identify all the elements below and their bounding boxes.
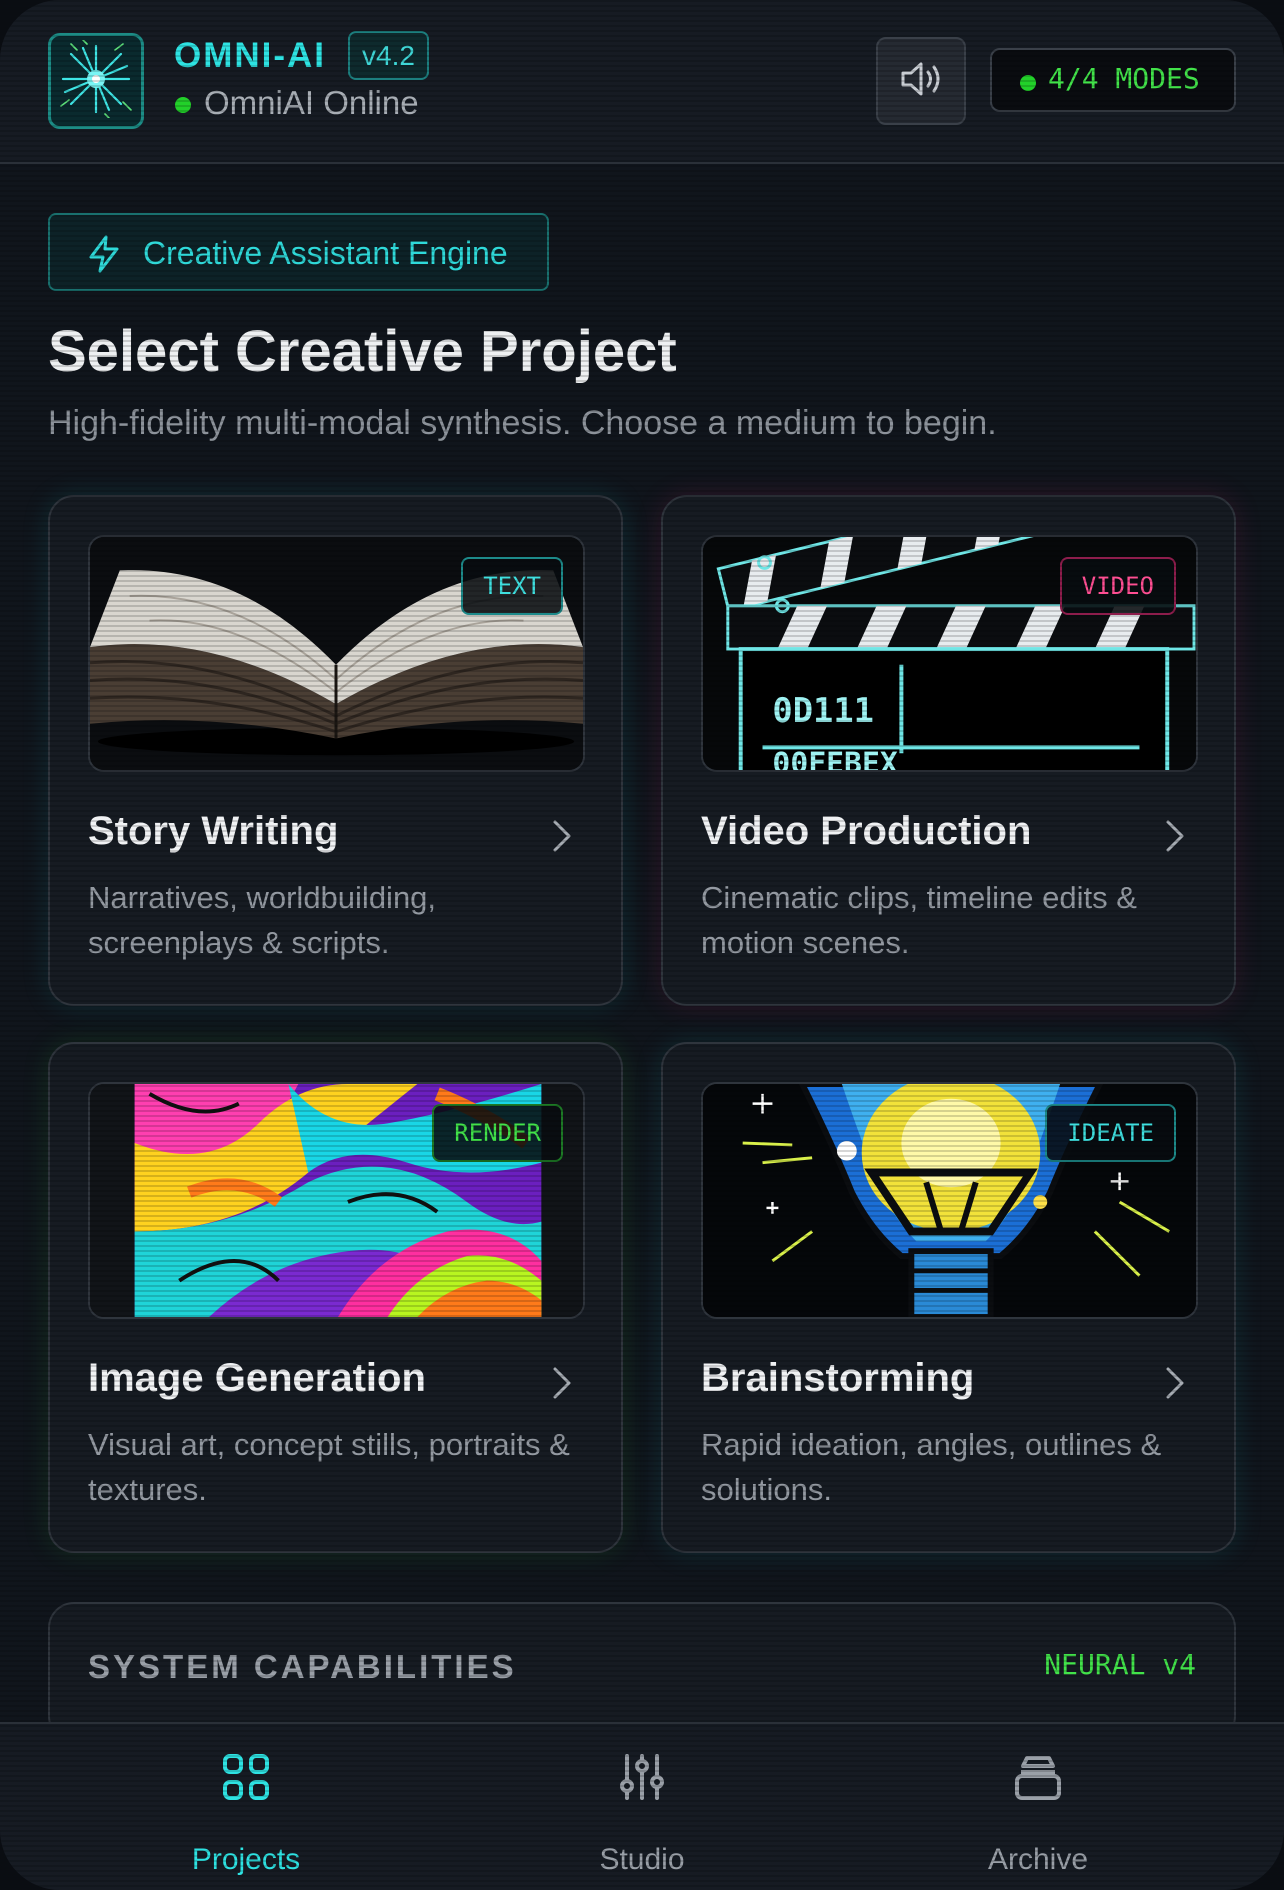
image-thumbnail: RENDER xyxy=(88,1082,585,1319)
slate-text-line2: 00FEBEX xyxy=(772,746,898,770)
card-title: Story Writing xyxy=(88,809,339,853)
version-badge: v4.2 xyxy=(348,31,429,80)
card-tag-video: VIDEO xyxy=(1059,557,1176,615)
lightning-icon xyxy=(86,235,122,278)
brainstorm-thumbnail: IDEATE xyxy=(701,1082,1198,1319)
project-card-story-writing[interactable]: TEXT Story Writing Narratives, worldbuil… xyxy=(48,495,623,1006)
nav-tab-studio[interactable]: Studio xyxy=(492,1724,792,1890)
page-subtitle: High-fidelity multi-modal synthesis. Cho… xyxy=(48,404,997,442)
system-capabilities-panel: SYSTEM CAPABILITIES NEURAL v4 xyxy=(48,1602,1236,1742)
card-title: Brainstorming xyxy=(701,1356,975,1400)
speaker-icon xyxy=(897,58,945,105)
archive-icon xyxy=(1013,1752,1063,1807)
chevron-right-icon xyxy=(1164,818,1186,859)
nav-label-archive: Archive xyxy=(987,1843,1089,1876)
modes-status-dot xyxy=(1020,75,1036,91)
card-title: Video Production xyxy=(701,809,1032,853)
chevron-right-icon xyxy=(551,818,573,859)
card-tag-text: TEXT xyxy=(461,557,563,615)
engine-badge-label: Creative Assistant Engine xyxy=(143,235,508,271)
modes-count: 4/4 MODES xyxy=(1048,62,1200,95)
card-description: Rapid ideation, angles, outlines & solut… xyxy=(701,1427,1162,1507)
bottom-navigation: Projects Studio Archive xyxy=(0,1722,1284,1890)
nav-tab-projects[interactable]: Projects xyxy=(96,1724,396,1890)
online-status-dot xyxy=(175,97,191,113)
app-frame: OMNI-AI v4.2 OmniAI Online 4/4 MODES Cre xyxy=(0,0,1284,1890)
app-logo xyxy=(48,33,144,129)
card-title: Image Generation xyxy=(88,1356,426,1400)
engine-badge: Creative Assistant Engine xyxy=(48,213,549,291)
page-title: Select Creative Project xyxy=(48,319,677,384)
project-card-video-production[interactable]: 0D111 00FEBEX VIDEO Video Production Cin… xyxy=(661,495,1236,1006)
card-description: Cinematic clips, timeline edits & motion… xyxy=(701,880,1137,960)
app-title: OMNI-AI xyxy=(174,36,327,75)
grid-icon xyxy=(221,1752,271,1807)
sliders-icon xyxy=(617,1752,667,1807)
capabilities-title: SYSTEM CAPABILITIES xyxy=(88,1648,517,1685)
app-header: OMNI-AI v4.2 OmniAI Online 4/4 MODES xyxy=(0,0,1284,164)
story-thumbnail: TEXT xyxy=(88,535,585,772)
card-description: Narratives, worldbuilding, screenplays &… xyxy=(88,880,437,960)
nav-tab-archive[interactable]: Archive xyxy=(888,1724,1188,1890)
project-card-image-generation[interactable]: RENDER Image Generation Visual art, conc… xyxy=(48,1042,623,1553)
card-tag-ideate: IDEATE xyxy=(1045,1104,1176,1162)
capabilities-tag: NEURAL v4 xyxy=(1044,1648,1196,1681)
nav-label-projects: Projects xyxy=(191,1843,301,1876)
chevron-right-icon xyxy=(551,1365,573,1406)
video-thumbnail: 0D111 00FEBEX VIDEO xyxy=(701,535,1198,772)
slate-text-line1: 0D111 xyxy=(772,691,873,730)
online-status-text: OmniAI Online xyxy=(204,84,419,121)
project-card-brainstorming[interactable]: IDEATE Brainstorming Rapid ideation, ang… xyxy=(661,1042,1236,1553)
card-description: Visual art, concept stills, portraits & … xyxy=(88,1427,570,1507)
neural-burst-icon xyxy=(57,38,135,123)
modes-status-pill: 4/4 MODES xyxy=(990,48,1236,112)
chevron-right-icon xyxy=(1164,1365,1186,1406)
sound-toggle-button[interactable] xyxy=(876,37,966,125)
nav-label-studio: Studio xyxy=(599,1843,685,1876)
card-tag-render: RENDER xyxy=(432,1104,563,1162)
